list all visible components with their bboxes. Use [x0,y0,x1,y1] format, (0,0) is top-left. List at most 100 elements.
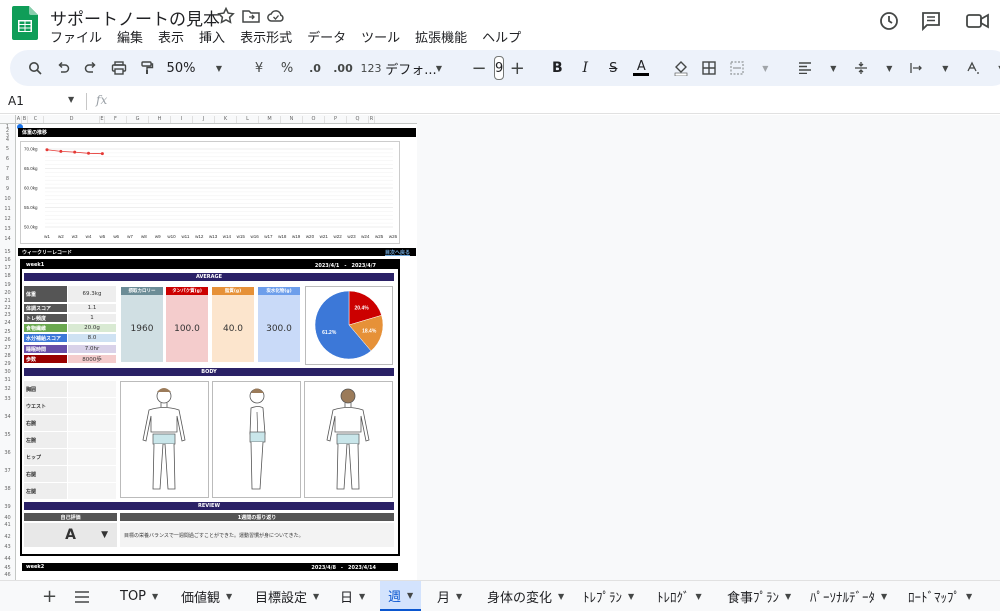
tab-dropdown-icon[interactable]: ▼ [785,592,791,601]
row-header[interactable]: 42 [0,534,15,540]
all-sheets-icon[interactable] [74,581,90,611]
weight-line-chart[interactable]: 70.0kg 65.0kg 60.0kg 55.0kg 50.0kg w1 w2 w3 w4 w5… [21,142,399,243]
body-part-value[interactable] [68,381,116,397]
row-header[interactable]: 16 [0,257,15,263]
row-header[interactable]: 24 [0,320,15,326]
meet-video-icon[interactable] [965,10,991,32]
tab-dropdown-icon[interactable]: ▼ [696,592,702,601]
tab-dropdown-icon[interactable]: ▼ [966,592,972,601]
zoom-select[interactable]: 50% [167,55,196,81]
row-header[interactable]: 35 [0,432,15,438]
sheet-tab[interactable]: ﾛｰﾄﾞﾏｯﾌﾟ ▼ [908,581,972,611]
formula-input[interactable] [118,92,998,111]
tab-dropdown-icon[interactable]: ▼ [313,592,319,601]
column-header[interactable]: M [259,116,281,123]
body-part-value[interactable] [68,483,116,499]
borders-icon[interactable] [696,55,722,81]
self-eval-dropdown-icon[interactable]: ▼ [101,530,108,540]
sheet-tab[interactable]: ﾄﾚﾛｸﾞ ▼ [657,581,702,611]
name-box-dropdown-icon[interactable]: ▼ [68,95,74,104]
row-header[interactable]: 14 [0,236,15,242]
tab-dropdown-icon[interactable]: ▼ [881,592,887,601]
text-color-icon[interactable]: A [628,55,654,81]
row-header[interactable]: 44 [0,556,15,562]
body-part-value[interactable] [68,432,116,448]
row-header[interactable]: 39 [0,504,15,510]
metric-value[interactable]: 7.0hr [68,345,116,353]
sheet-tab[interactable]: TOP ▼ [120,581,158,611]
sheet-tab[interactable]: ﾊﾟｰｿﾅﾙﾃﾞｰﾀ ▼ [810,581,887,611]
column-header[interactable]: D [44,116,100,123]
italic-icon[interactable]: I [572,55,598,81]
rotation-dropdown-icon[interactable]: ▼ [988,55,1000,81]
menu-edit[interactable]: 編集 [117,27,143,46]
metric-value[interactable]: 1.1 [68,304,116,312]
column-header[interactable]: L [237,116,259,123]
font-dropdown-icon[interactable]: ▼ [426,55,452,81]
row-header[interactable]: 9 [0,186,15,192]
move-folder-icon[interactable] [241,6,261,26]
increase-decimal-button[interactable]: .00 [330,55,356,81]
row-header[interactable]: 15 [0,249,15,255]
menu-help[interactable]: ヘルプ [482,27,521,46]
row-header[interactable]: 25 [0,329,15,335]
column-header[interactable]: J [193,116,215,123]
row-header[interactable]: 28 [0,353,15,359]
tab-dropdown-icon[interactable]: ▼ [152,592,158,601]
row-header[interactable]: 5 [0,146,15,152]
self-eval-select[interactable]: A ▼ [24,523,117,547]
column-header[interactable]: K [215,116,237,123]
text-wrapping-icon[interactable] [904,55,930,81]
weight-chart-frame[interactable]: 70.0kg 65.0kg 60.0kg 55.0kg 50.0kg w1 w2 w3 w4 w5… [20,141,400,244]
zoom-dropdown-icon[interactable]: ▼ [206,55,232,81]
row-header[interactable]: 37 [0,468,15,474]
menu-data[interactable]: データ [307,27,346,46]
row-header[interactable]: 31 [0,377,15,383]
column-header[interactable]: H [149,116,171,123]
more-formats-button[interactable]: 123 [358,55,384,81]
metric-value[interactable]: 8.0 [68,334,116,342]
menu-format[interactable]: 表示形式 [240,27,292,46]
sheet-tab[interactable]: 食事ﾌﾟﾗﾝ ▼ [727,581,791,611]
sheet-tab[interactable]: 月 ▼ [437,581,462,611]
back-to-toc-link[interactable]: 目次へ戻る [385,249,410,256]
halign-dropdown-icon[interactable]: ▼ [820,55,846,81]
row-header[interactable]: 10 [0,196,15,202]
body-part-value[interactable] [68,398,116,414]
body-part-value[interactable] [68,466,116,482]
row-header[interactable]: 22 [0,305,15,311]
row-header[interactable]: 4 [0,137,15,143]
star-icon[interactable] [216,6,236,26]
row-header[interactable]: 36 [0,450,15,456]
redo-icon[interactable] [78,55,104,81]
row-header[interactable]: 11 [0,206,15,212]
menu-extensions[interactable]: 拡張機能 [415,27,467,46]
name-box[interactable]: A1 [8,94,24,108]
weight-data-point[interactable] [73,150,77,154]
text-rotation-icon[interactable] [960,55,986,81]
cloud-status-icon[interactable] [266,6,286,26]
fill-color-icon[interactable] [668,55,694,81]
sheet-tab[interactable]: 目標設定 ▼ [255,581,319,611]
tab-dropdown-icon[interactable]: ▼ [558,592,564,601]
row-header[interactable]: 7 [0,166,15,172]
tab-dropdown-icon[interactable]: ▼ [226,592,232,601]
weight-data-point[interactable] [45,148,49,152]
weight-data-point[interactable] [59,149,63,153]
column-header[interactable]: N [281,116,303,123]
metric-value[interactable]: 20.0g [68,324,116,332]
valign-dropdown-icon[interactable]: ▼ [876,55,902,81]
column-header[interactable]: F [105,116,127,123]
row-header[interactable]: 13 [0,226,15,232]
metric-value[interactable]: 69.3kg [68,286,116,302]
font-select[interactable]: デフォ... [385,55,436,81]
week-review-text[interactable]: 目標の栄養バランスで一週間過ごすことができた。運動習慣が身についてきた。 [120,523,394,547]
row-header[interactable]: 32 [0,386,15,392]
undo-icon[interactable] [50,55,76,81]
merge-cells-icon[interactable] [724,55,750,81]
column-header[interactable]: C [28,116,44,123]
weight-data-point[interactable] [100,152,104,156]
sheet-tab[interactable]: 週 ▼ [380,581,422,611]
add-sheet-icon[interactable]: + [42,581,57,611]
row-header[interactable]: 6 [0,156,15,162]
